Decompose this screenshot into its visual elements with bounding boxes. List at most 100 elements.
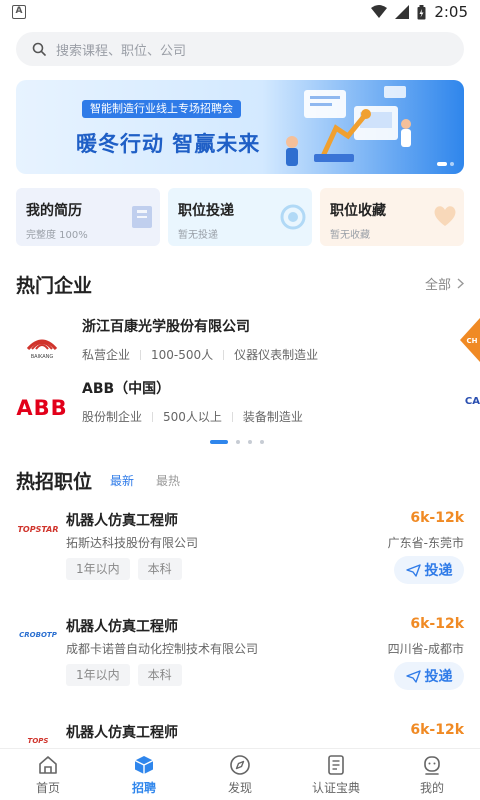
banner-illustration <box>286 86 411 166</box>
hot-companies-title: 热门企业 <box>16 275 93 297</box>
bottom-nav: 首页 招聘 发现 认证宝典 我的 <box>0 748 480 800</box>
see-all-link[interactable]: 全部 <box>425 274 464 293</box>
job-favorites-card[interactable]: 职位收藏 暂无收藏 <box>320 188 464 246</box>
nav-profile[interactable]: 我的 <box>384 749 480 800</box>
see-all-label: 全部 <box>424 278 451 293</box>
my-resume-card[interactable]: 我的简历 完整度 100% <box>16 188 160 246</box>
education-tag: 本科 <box>137 558 182 580</box>
company-size: 100-500人 <box>151 348 214 362</box>
wifi-icon <box>371 5 388 18</box>
search-input[interactable]: 搜索课程、职位、公司 <box>16 32 464 66</box>
job-salary: 6k-12k <box>410 510 464 526</box>
tab-latest[interactable]: 最新 <box>110 472 134 489</box>
quick-cards: 我的简历 完整度 100% 职位投递 暂无投递 职位收藏 暂无收藏 <box>16 188 464 246</box>
company-tags: 股份制企业 500人以上 装备制造业 <box>82 408 303 425</box>
company-pagination <box>210 440 264 444</box>
nav-discover[interactable]: 发现 <box>192 749 288 800</box>
job-title: 机器人仿真工程师 <box>66 725 178 741</box>
nav-home[interactable]: 首页 <box>0 749 96 800</box>
company-name: ABB（中国） <box>82 381 171 397</box>
apply-button[interactable]: 投递 <box>394 662 464 690</box>
job-item[interactable]: TOPS 机器人仿真工程师 6k-12k <box>16 722 464 748</box>
banner-subtitle: 智能制造行业线上专场招聘会 <box>82 100 241 118</box>
job-tabs: 最新 最热 <box>110 472 180 489</box>
tab-hottest[interactable]: 最热 <box>156 472 180 489</box>
company-type: 私营企业 <box>82 348 131 362</box>
compass-icon <box>230 754 250 775</box>
company-item[interactable]: BAIKANG 浙江百康光学股份有限公司 私营企业 100-500人 仪器仪表制… <box>16 316 456 370</box>
banner-dot-active <box>437 162 447 166</box>
status-icons: 2:05 <box>371 3 468 21</box>
banner-dot <box>450 162 454 166</box>
promo-banner[interactable]: 智能制造行业线上专场招聘会 暖冬行动 智赢未来 <box>16 80 464 174</box>
nav-recruit[interactable]: 招聘 <box>96 749 192 800</box>
baikang-logo: BAIKANG <box>26 339 58 360</box>
divider <box>231 411 233 422</box>
company-logo: TOPS <box>16 728 60 748</box>
signal-icon <box>395 5 410 19</box>
job-applications-card[interactable]: 职位投递 暂无投递 <box>168 188 312 246</box>
company-size: 500人以上 <box>163 410 222 424</box>
target-icon <box>280 204 306 230</box>
clock: 2:05 <box>434 3 468 21</box>
send-icon <box>405 669 421 683</box>
company-type: 股份制企业 <box>82 410 143 424</box>
job-item[interactable]: TOPSTAR 机器人仿真工程师 拓斯达科技股份有限公司 6k-12k 广东省-… <box>16 510 464 606</box>
heart-icon <box>434 206 456 226</box>
nav-label: 我的 <box>419 780 444 795</box>
job-company: 成都卡诺普自动化控制技术有限公司 <box>66 642 259 656</box>
job-item[interactable]: CROBOTP 机器人仿真工程师 成都卡诺普自动化控制技术有限公司 6k-12k… <box>16 616 464 712</box>
send-icon <box>405 563 421 577</box>
job-location: 四川省-成都市 <box>387 642 464 656</box>
company-logo: BAIKANG <box>16 324 68 368</box>
company-industry: 仪器仪表制造业 <box>234 348 319 362</box>
experience-tag: 1年以内 <box>66 558 130 580</box>
banner-pagination <box>437 162 454 166</box>
page-dot-active <box>210 440 228 444</box>
company-logo: TOPSTAR <box>16 516 60 542</box>
job-salary: 6k-12k <box>410 722 464 738</box>
job-location: 广东省-东莞市 <box>387 536 464 550</box>
company-logo: CROBOTP <box>16 622 60 648</box>
chevron-right-icon <box>457 278 464 289</box>
experience-tag: 1年以内 <box>66 664 130 686</box>
search-icon <box>32 42 46 56</box>
abb-logo: ABB <box>16 396 68 420</box>
hot-jobs-title: 热招职位 <box>16 471 93 493</box>
topstar-logo: TOPS <box>27 737 49 745</box>
nav-label: 首页 <box>35 780 60 795</box>
apply-button[interactable]: 投递 <box>394 556 464 584</box>
company-industry: 装备制造业 <box>242 410 303 424</box>
nav-label: 招聘 <box>131 780 156 795</box>
job-title: 机器人仿真工程师 <box>66 619 178 635</box>
profile-icon <box>424 755 440 775</box>
company-name: 浙江百康光学股份有限公司 <box>82 319 250 335</box>
topstar-logo: TOPSTAR <box>17 524 59 534</box>
crobotp-logo: CROBOTP <box>19 631 57 639</box>
job-salary: 6k-12k <box>410 616 464 632</box>
job-tags: 1年以内 本科 <box>66 558 182 580</box>
next-company-peek-2: CA <box>464 396 480 407</box>
battery-icon <box>417 4 426 19</box>
job-title: 机器人仿真工程师 <box>66 513 178 529</box>
banner-title: 暖冬行动 智赢未来 <box>76 132 261 156</box>
page-dot <box>260 440 264 444</box>
education-tag: 本科 <box>137 664 182 686</box>
next-company-logo: CH <box>460 318 480 362</box>
company-logo: ABB <box>16 386 68 430</box>
page-dot <box>248 440 252 444</box>
nav-label: 发现 <box>227 780 252 795</box>
cube-icon <box>134 755 154 774</box>
page-dot <box>236 440 240 444</box>
job-tags: 1年以内 本科 <box>66 664 182 686</box>
divider <box>140 349 142 360</box>
search-placeholder: 搜索课程、职位、公司 <box>56 43 187 59</box>
card-subtitle: 暂无收藏 <box>330 230 370 241</box>
next-company-peek[interactable]: CH <box>458 316 480 364</box>
divider <box>152 411 154 422</box>
status-bar: A 2:05 <box>0 0 480 24</box>
nav-certification[interactable]: 认证宝典 <box>288 749 384 800</box>
divider <box>223 349 225 360</box>
company-item[interactable]: ABB ABB（中国） 股份制企业 500人以上 装备制造业 <box>16 378 456 432</box>
apply-label: 投递 <box>424 563 453 579</box>
